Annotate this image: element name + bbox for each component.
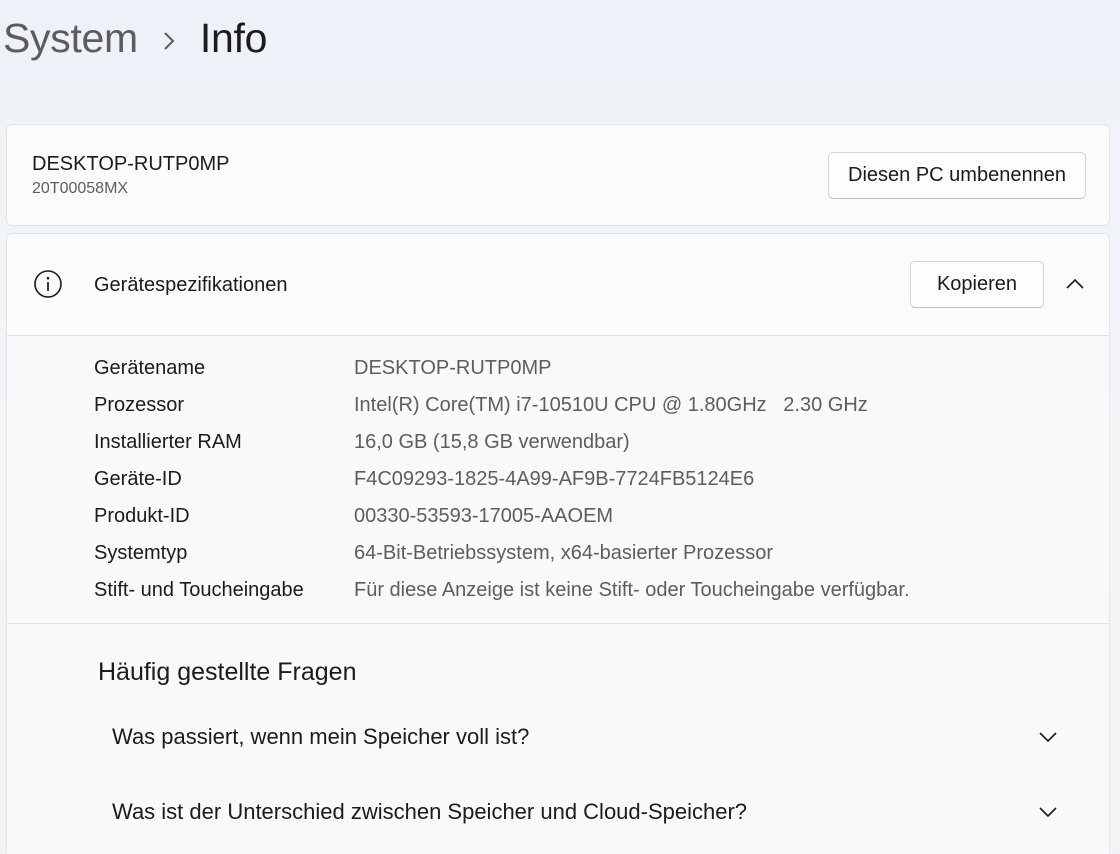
device-name: DESKTOP-RUTP0MP — [32, 153, 230, 175]
spec-row-pen-touch: Stift- und Toucheingabe Für diese Anzeig… — [94, 575, 910, 605]
spec-row-system-type: Systemtyp 64-Bit-Betriebssystem, x64-bas… — [94, 538, 773, 568]
faq-title: Häufig gestellte Fragen — [98, 658, 357, 686]
spec-label: Produkt-ID — [94, 504, 190, 527]
spec-row-device-name: Gerätename DESKTOP-RUTP0MP — [94, 353, 551, 383]
specs-title: Gerätespezifikationen — [94, 274, 288, 296]
spec-value[interactable]: 16,0 GB (15,8 GB verwendbar) — [354, 431, 630, 454]
spec-value[interactable]: DESKTOP-RUTP0MP — [354, 357, 551, 380]
spec-value[interactable]: F4C09293-1825-4A99-AF9B-7724FB5124E6 — [354, 468, 754, 491]
spec-row-ram: Installierter RAM 16,0 GB (15,8 GB verwe… — [94, 427, 630, 457]
breadcrumb-system[interactable]: System — [3, 15, 138, 62]
faq-section: Häufig gestellte Fragen Was passiert, we… — [7, 624, 1109, 854]
spec-label: Installierter RAM — [94, 430, 242, 453]
chevron-down-icon — [1039, 732, 1057, 743]
copy-button[interactable]: Kopieren — [910, 261, 1044, 308]
spec-label: Geräte-ID — [94, 467, 182, 490]
rename-pc-button[interactable]: Diesen PC umbenennen — [828, 152, 1086, 199]
spec-value[interactable]: 64-Bit-Betriebssystem, x64-basierter Pro… — [354, 542, 773, 565]
spec-label: Stift- und Toucheingabe — [94, 578, 304, 601]
chevron-down-icon — [1039, 807, 1057, 818]
spec-label: Systemtyp — [94, 541, 188, 564]
chevron-up-icon[interactable] — [1065, 276, 1085, 292]
page-title: Info — [199, 14, 268, 61]
spec-row-product-id: Produkt-ID 00330-53593-17005-AAOEM — [94, 501, 613, 531]
faq-item-storage-vs-cloud[interactable]: Was ist der Unterschied zwischen Speiche… — [112, 792, 1062, 832]
spec-row-device-id: Geräte-ID F4C09293-1825-4A99-AF9B-7724FB… — [94, 464, 754, 494]
specs-list: Gerätename DESKTOP-RUTP0MP Prozessor Int… — [7, 336, 1109, 624]
device-name-card: DESKTOP-RUTP0MP 20T00058MX Diesen PC umb… — [6, 124, 1110, 226]
spec-value[interactable]: Für diese Anzeige ist keine Stift- oder … — [354, 579, 910, 602]
chevron-right-icon — [138, 15, 200, 62]
device-specs-card: Gerätespezifikationen Kopieren Gerätenam… — [6, 233, 1110, 854]
faq-question: Was passiert, wenn mein Speicher voll is… — [112, 724, 530, 749]
spec-value[interactable]: Intel(R) Core(TM) i7-10510U CPU @ 1.80GH… — [354, 394, 868, 417]
device-model: 20T00058MX — [32, 180, 129, 197]
specs-header[interactable]: Gerätespezifikationen Kopieren — [7, 234, 1109, 336]
spec-row-processor: Prozessor Intel(R) Core(TM) i7-10510U CP… — [94, 390, 868, 420]
spec-label: Gerätename — [94, 356, 206, 379]
faq-item-storage-full[interactable]: Was passiert, wenn mein Speicher voll is… — [112, 717, 1062, 757]
faq-question: Was ist der Unterschied zwischen Speiche… — [112, 799, 748, 824]
breadcrumb: System Info — [3, 10, 267, 66]
info-icon — [34, 270, 62, 298]
spec-value[interactable]: 00330-53593-17005-AAOEM — [354, 505, 613, 528]
spec-label: Prozessor — [94, 393, 185, 416]
